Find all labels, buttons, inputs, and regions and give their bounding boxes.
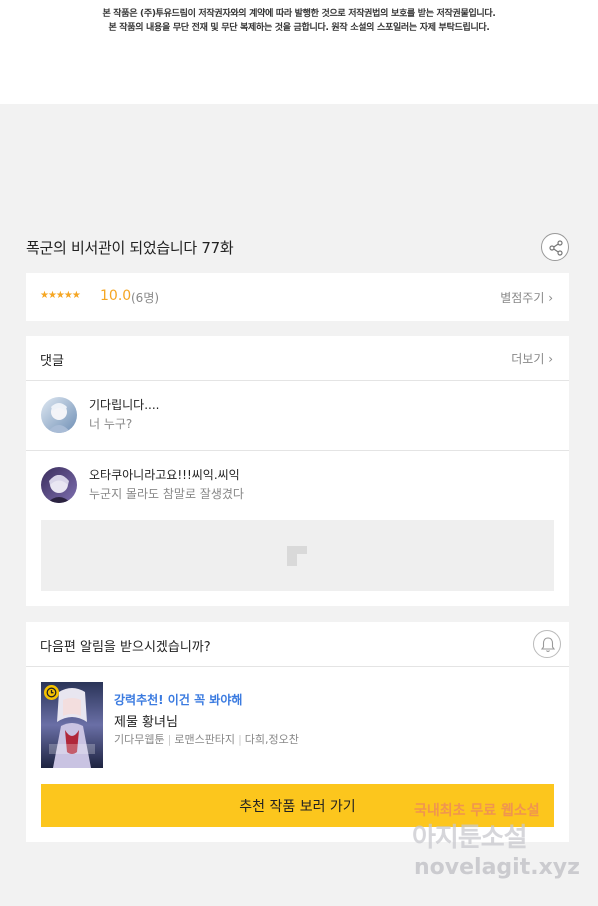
recommended-cover[interactable] xyxy=(41,682,103,768)
comment-text: 누군지 몰라도 참말로 잘생겼다 xyxy=(89,487,244,501)
share-button[interactable] xyxy=(541,233,569,261)
rating-card: ★★★★★ 10.0 (6명) 별점주기 › xyxy=(26,273,569,321)
go-recommended-button[interactable]: 추천 작품 보러 가기 xyxy=(41,784,554,827)
comments-card: 댓글 더보기 › 기다립니다.... 너 누구? 오타쿠아니라고요!!!씨익.씨… xyxy=(26,336,569,606)
episode-title-row: 폭군의 비서관이 되었습니다 77화 xyxy=(26,233,572,263)
wait-free-badge xyxy=(44,685,59,700)
rate-button[interactable]: 별점주기 › xyxy=(500,289,553,306)
recommended-meta: 기다무웹툰 | 로맨스판타지 | 다희,정오찬 xyxy=(114,733,299,746)
avatar xyxy=(41,467,77,503)
watermark-line-3: novelagit.xyz xyxy=(414,855,580,880)
copyright-notice: 본 작품은 (주)투유드림이 저작권자와의 계약에 따라 발행한 것으로 저작권… xyxy=(0,0,598,104)
notify-card: 다음편 알림을 받으시겠습니까? 강력추천! 이건 꼭 봐야해 제물 황녀님 기… xyxy=(26,622,569,842)
notify-header: 다음편 알림을 받으시겠습니까? xyxy=(26,622,569,667)
notice-line-1: 본 작품은 (주)투유드림이 저작권자와의 계약에 따라 발행한 것으로 저작권… xyxy=(102,9,496,19)
notify-toggle-button[interactable] xyxy=(533,630,561,658)
comment-item[interactable]: 오타쿠아니라고요!!!씨익.씨익 누군지 몰라도 참말로 잘생겼다 xyxy=(26,452,569,521)
share-icon xyxy=(549,240,563,256)
comments-more-link[interactable]: 더보기 › xyxy=(511,350,553,367)
notify-question: 다음편 알림을 받으시겠습니까? xyxy=(40,640,211,655)
comment-text: 너 누구? xyxy=(89,417,133,431)
comments-title: 댓글 xyxy=(40,354,64,369)
comments-header: 댓글 더보기 › xyxy=(26,336,569,381)
episode-title: 폭군의 비서관이 되었습니다 77화 xyxy=(26,239,234,257)
ad-placeholder[interactable] xyxy=(41,520,554,591)
bell-icon xyxy=(540,637,556,653)
recommended-title[interactable]: 제물 황녀님 xyxy=(114,711,178,730)
comment-author: 기다립니다.... xyxy=(89,398,160,412)
notice-line-2: 본 작품의 내용을 무단 전재 및 무단 복제하는 것을 금합니다. 원작 소설… xyxy=(108,23,490,33)
meta-category: 기다무웹툰 xyxy=(114,733,165,746)
rating-score: 10.0 xyxy=(100,288,132,304)
comment-item[interactable]: 기다립니다.... 너 누구? xyxy=(26,382,569,451)
rating-count: (6명) xyxy=(131,291,160,305)
avatar xyxy=(41,397,77,433)
image-placeholder-icon xyxy=(287,546,307,566)
rating-stars: ★★★★★ xyxy=(40,290,81,301)
clock-icon xyxy=(46,687,57,698)
recommend-tag: 강력추천! 이건 꼭 봐야해 xyxy=(114,693,243,707)
meta-genre: 로맨스판타지 xyxy=(174,733,236,746)
comment-author: 오타쿠아니라고요!!!씨익.씨익 xyxy=(89,468,240,482)
meta-authors: 다희,정오찬 xyxy=(244,733,299,746)
